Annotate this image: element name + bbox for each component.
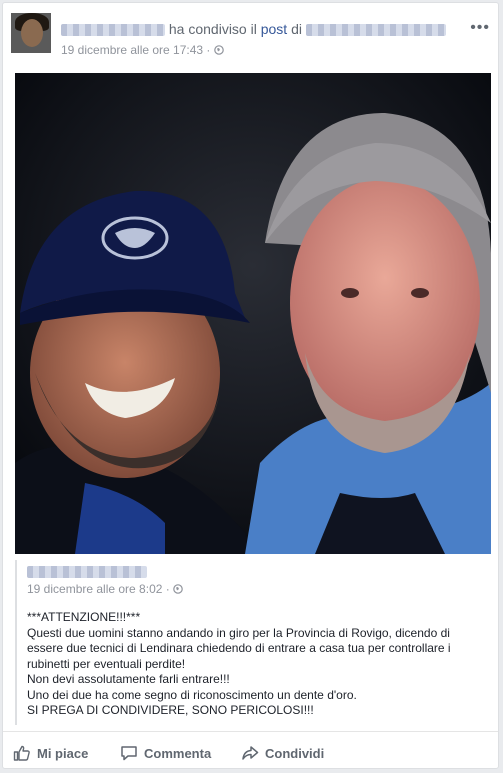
shared-text: ha condiviso il [168, 21, 257, 37]
of-text: di [291, 21, 302, 37]
avatar[interactable] [11, 13, 51, 53]
post-meta: 19 dicembre alle ore 17:43 · [61, 43, 224, 57]
post-timestamp[interactable]: 19 dicembre alle ore 17:43 · [61, 43, 214, 57]
like-button[interactable]: Mi piace [13, 744, 88, 762]
post-photo[interactable] [15, 73, 491, 554]
message-line: Non devi assolutamente farli entrare!!! [27, 672, 230, 686]
share-icon [241, 744, 259, 762]
message-line: SI PREGA DI CONDIVIDERE, SONO PERICOLOSI… [27, 703, 314, 717]
blurred-author-name[interactable] [61, 24, 165, 37]
post-card: ha condiviso il post di 19 dicembre alle… [2, 2, 499, 769]
message-line: Questi due uomini stanno andando in giro… [27, 625, 450, 640]
shared-post-timestamp[interactable]: 19 dicembre alle ore 8:02 · [27, 582, 173, 596]
shared-post-meta: 19 dicembre alle ore 8:02 · [27, 582, 183, 596]
globe-icon[interactable] [213, 43, 224, 57]
comment-icon [120, 744, 138, 762]
thumbs-up-icon [13, 744, 31, 762]
like-label: Mi piace [37, 745, 89, 761]
post-link[interactable]: post [261, 21, 287, 37]
post-header: ha condiviso il post di 19 dicembre alle… [11, 13, 490, 63]
message-line: essere due tecnici di Lendinara chiedend… [27, 641, 451, 655]
shared-post: 19 dicembre alle ore 8:02 · ***ATTENZION… [15, 560, 491, 725]
blurred-shared-author[interactable] [27, 566, 147, 578]
comment-button[interactable]: Commenta [120, 744, 211, 762]
blurred-original-author[interactable] [305, 24, 446, 37]
share-label: Condividi [265, 745, 325, 761]
post-byline: ha condiviso il post di [61, 21, 446, 37]
more-options-icon[interactable]: ••• [470, 19, 490, 37]
action-bar: Mi piace Commenta Condividi [3, 731, 498, 772]
share-button[interactable]: Condividi [241, 744, 324, 762]
comment-label: Commenta [144, 745, 212, 761]
post-message: ***ATTENZIONE!!!*** Questi due uomini st… [27, 610, 482, 719]
message-line: rubinetti per eventuali perdite! [27, 656, 186, 671]
globe-icon[interactable] [173, 582, 183, 596]
message-line: ***ATTENZIONE!!!*** [27, 610, 141, 624]
message-line: Uno dei due ha come segno di riconoscime… [27, 687, 357, 702]
